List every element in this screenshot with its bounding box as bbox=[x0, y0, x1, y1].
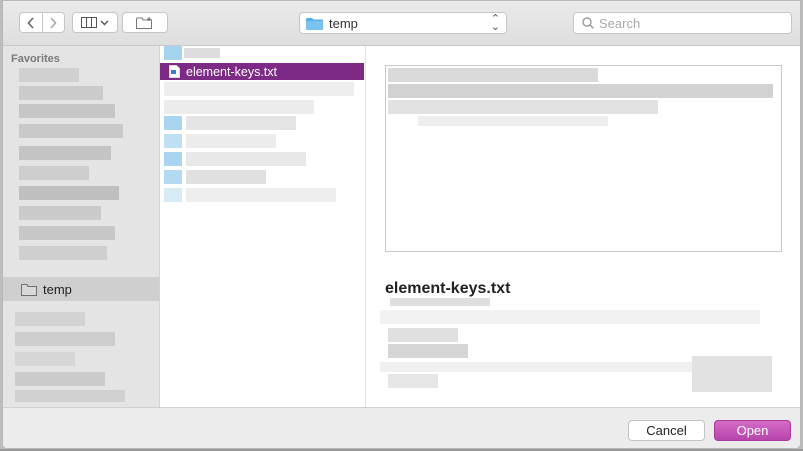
location-popup[interactable]: temp ⌃ ⌄ bbox=[299, 12, 507, 34]
blurred-file-list bbox=[160, 82, 365, 212]
search-icon bbox=[582, 17, 594, 29]
new-folder-button[interactable] bbox=[122, 12, 168, 33]
preview-pane: element-keys.txt bbox=[366, 46, 800, 407]
chevron-right-icon bbox=[50, 16, 57, 29]
sidebar: Favorites temp bbox=[3, 46, 160, 407]
search-field[interactable]: Search bbox=[573, 12, 792, 34]
toolbar: temp ⌃ ⌄ Search bbox=[3, 1, 800, 46]
view-mode-button[interactable] bbox=[72, 12, 118, 33]
file-row-selected[interactable]: element-keys.txt bbox=[160, 63, 364, 80]
search-placeholder: Search bbox=[599, 15, 641, 31]
forward-button[interactable] bbox=[41, 13, 65, 32]
dialog-footer: Cancel Open bbox=[3, 407, 800, 448]
new-folder-icon bbox=[136, 16, 152, 29]
open-button[interactable]: Open bbox=[714, 420, 791, 441]
chevron-down-icon bbox=[100, 20, 109, 25]
blurred-file-row bbox=[164, 46, 220, 60]
text-file-icon bbox=[169, 65, 180, 78]
nav-buttons bbox=[19, 12, 65, 33]
cancel-button[interactable]: Cancel bbox=[628, 420, 705, 441]
sidebar-item-label: temp bbox=[43, 281, 72, 297]
blurred-sidebar-items bbox=[11, 68, 157, 268]
blurred-sidebar-items bbox=[3, 308, 159, 406]
preview-filename: element-keys.txt bbox=[385, 280, 511, 297]
folder-icon bbox=[21, 283, 37, 296]
location-label: temp bbox=[329, 15, 358, 31]
file-preview-thumbnail bbox=[385, 65, 782, 252]
open-file-dialog: temp ⌃ ⌄ Search Favorites temp element-k… bbox=[2, 0, 801, 449]
blurred-file-content bbox=[388, 68, 778, 128]
columns-view-icon bbox=[81, 17, 97, 28]
sidebar-heading: Favorites bbox=[11, 53, 60, 65]
chevron-left-icon bbox=[27, 16, 34, 29]
sidebar-item-temp[interactable]: temp bbox=[3, 277, 159, 301]
file-column: element-keys.txt bbox=[160, 46, 366, 407]
file-name: element-keys.txt bbox=[186, 64, 278, 79]
back-button[interactable] bbox=[20, 13, 42, 32]
up-down-arrows-icon: ⌃ ⌄ bbox=[490, 13, 500, 33]
blurred-file-info bbox=[380, 298, 780, 398]
folder-icon bbox=[306, 17, 323, 30]
